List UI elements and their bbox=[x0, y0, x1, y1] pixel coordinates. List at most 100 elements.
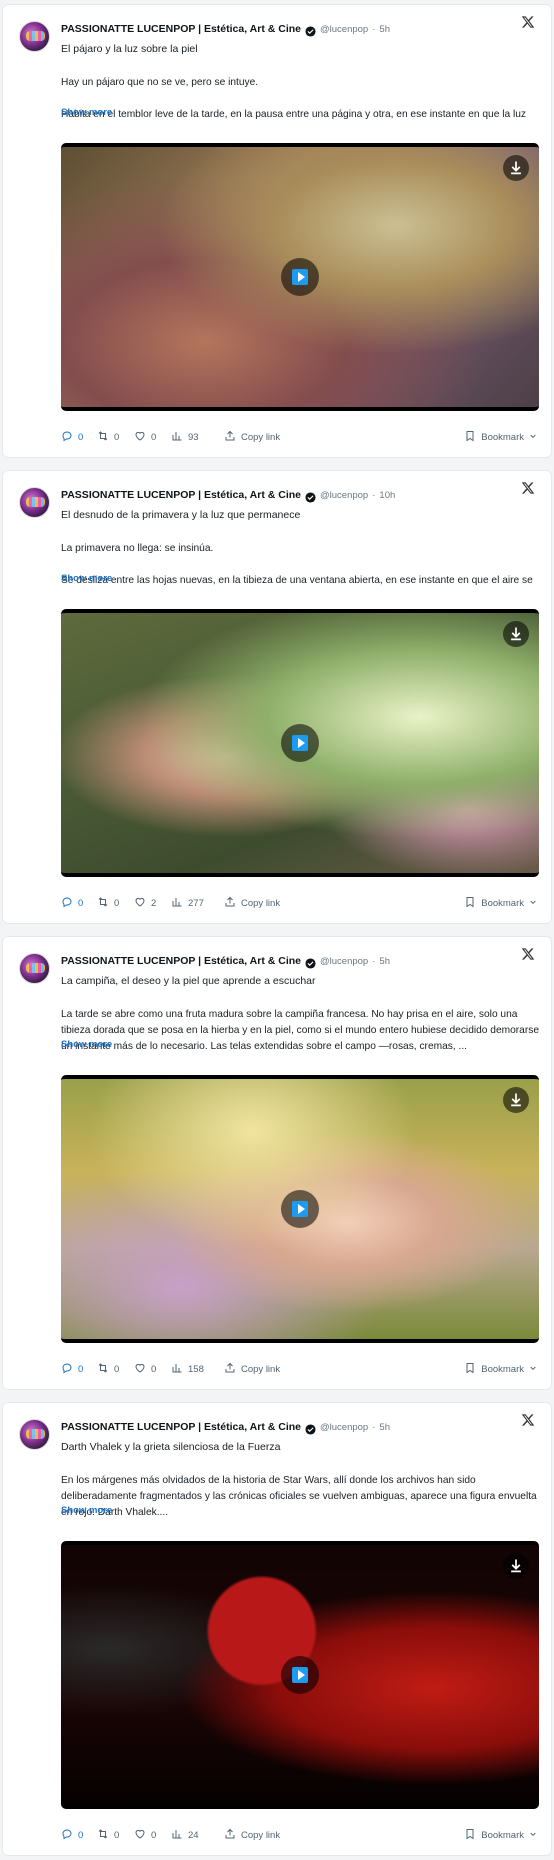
x-logo-icon[interactable] bbox=[521, 947, 535, 961]
views-button[interactable]: 158 bbox=[171, 1361, 204, 1377]
post-card[interactable]: PASSIONATTE LUCENPOP | Estética, Art & C… bbox=[2, 936, 552, 1390]
author-handle[interactable]: @lucenpop bbox=[320, 490, 368, 501]
chevron-down-icon bbox=[529, 1830, 537, 1841]
bookmark-label: Bookmark bbox=[481, 1829, 524, 1841]
verified-badge-icon bbox=[305, 490, 316, 503]
post-title: El pájaro y la luz sobre la piel bbox=[61, 43, 198, 55]
chevron-down-icon bbox=[529, 898, 537, 909]
avatar[interactable] bbox=[19, 953, 50, 984]
avatar[interactable] bbox=[19, 487, 50, 518]
action-bar: 0 0 0 158 Copy link Bookmark bbox=[61, 1361, 539, 1377]
play-icon[interactable] bbox=[281, 1190, 319, 1228]
repost-button[interactable]: 0 bbox=[97, 895, 119, 911]
post-time[interactable]: 5h bbox=[379, 956, 390, 967]
play-icon[interactable] bbox=[281, 724, 319, 762]
views-button[interactable]: 93 bbox=[171, 429, 199, 445]
action-bar: 0 0 0 93 Copy link Bookmark bbox=[61, 429, 539, 445]
repost-count: 0 bbox=[114, 431, 120, 443]
show-more-link[interactable]: Show more bbox=[61, 1505, 112, 1516]
post-paragraph: La primavera no llega: se insinúa. bbox=[61, 543, 214, 554]
copy-link-button[interactable]: Copy link bbox=[224, 1361, 280, 1377]
copy-link-button[interactable]: Copy link bbox=[224, 429, 280, 445]
reply-count: 0 bbox=[78, 1363, 84, 1375]
repost-button[interactable]: 0 bbox=[97, 429, 119, 445]
reply-icon bbox=[61, 430, 73, 445]
post-body: La tarde se abre como una fruta madura s… bbox=[61, 1007, 539, 1055]
bookmark-icon bbox=[464, 1362, 476, 1377]
views-button[interactable]: 277 bbox=[171, 895, 204, 911]
reply-button[interactable]: 0 bbox=[61, 895, 83, 911]
bookmark-icon bbox=[464, 1828, 476, 1843]
video-player[interactable] bbox=[61, 1541, 539, 1809]
author-name[interactable]: PASSIONATTE LUCENPOP | Estética, Art & C… bbox=[61, 489, 301, 501]
bookmark-icon bbox=[464, 896, 476, 911]
post-header: PASSIONATTE LUCENPOP | Estética, Art & C… bbox=[61, 952, 390, 970]
share-icon bbox=[224, 1828, 236, 1843]
author-handle[interactable]: @lucenpop bbox=[320, 956, 368, 967]
download-icon[interactable] bbox=[503, 1087, 529, 1113]
reply-icon bbox=[61, 896, 73, 911]
bookmark-button[interactable]: Bookmark bbox=[464, 895, 537, 911]
post-card[interactable]: PASSIONATTE LUCENPOP | Estética, Art & C… bbox=[2, 1402, 552, 1856]
avatar[interactable] bbox=[19, 21, 50, 52]
show-more-link[interactable]: Show more bbox=[61, 107, 112, 118]
x-logo-icon[interactable] bbox=[521, 1413, 535, 1427]
repost-count: 0 bbox=[114, 1829, 120, 1841]
post-card[interactable]: PASSIONATTE LUCENPOP | Estética, Art & C… bbox=[2, 470, 552, 924]
avatar[interactable] bbox=[19, 1419, 50, 1450]
repost-button[interactable]: 0 bbox=[97, 1361, 119, 1377]
post-title: La campiña, el deseo y la piel que apren… bbox=[61, 975, 316, 987]
like-button[interactable]: 0 bbox=[134, 429, 156, 445]
copy-link-label: Copy link bbox=[241, 1363, 281, 1375]
copy-link-button[interactable]: Copy link bbox=[224, 1827, 280, 1843]
post-paragraph: En los márgenes más olvidados de la hist… bbox=[61, 1475, 537, 1518]
reply-icon bbox=[61, 1362, 73, 1377]
show-more-link[interactable]: Show more bbox=[61, 573, 112, 584]
bookmark-button[interactable]: Bookmark bbox=[464, 1827, 537, 1843]
post-paragraph: La tarde se abre como una fruta madura s… bbox=[61, 1009, 539, 1052]
video-player[interactable] bbox=[61, 609, 539, 877]
bookmark-label: Bookmark bbox=[481, 1363, 524, 1375]
x-logo-icon[interactable] bbox=[521, 15, 535, 29]
verified-badge-icon bbox=[305, 956, 316, 969]
bookmark-label: Bookmark bbox=[481, 897, 524, 909]
bookmark-label: Bookmark bbox=[481, 431, 524, 443]
repost-button[interactable]: 0 bbox=[97, 1827, 119, 1843]
video-player[interactable] bbox=[61, 1075, 539, 1343]
author-name[interactable]: PASSIONATTE LUCENPOP | Estética, Art & C… bbox=[61, 1421, 301, 1433]
bookmark-button[interactable]: Bookmark bbox=[464, 429, 537, 445]
download-icon[interactable] bbox=[503, 155, 529, 181]
repost-icon bbox=[97, 1362, 109, 1377]
reply-button[interactable]: 0 bbox=[61, 429, 83, 445]
post-time[interactable]: 5h bbox=[379, 1422, 390, 1433]
repost-count: 0 bbox=[114, 1363, 120, 1375]
bookmark-button[interactable]: Bookmark bbox=[464, 1361, 537, 1377]
separator: · bbox=[372, 23, 376, 35]
copy-link-button[interactable]: Copy link bbox=[224, 895, 280, 911]
download-icon[interactable] bbox=[503, 1553, 529, 1579]
views-count: 158 bbox=[188, 1363, 204, 1375]
author-name[interactable]: PASSIONATTE LUCENPOP | Estética, Art & C… bbox=[61, 955, 301, 967]
post-title: El desnudo de la primavera y la luz que … bbox=[61, 509, 301, 521]
action-bar: 0 0 0 24 Copy link Bookmark bbox=[61, 1827, 539, 1843]
reply-button[interactable]: 0 bbox=[61, 1827, 83, 1843]
share-icon bbox=[224, 430, 236, 445]
author-handle[interactable]: @lucenpop bbox=[320, 1422, 368, 1433]
reply-button[interactable]: 0 bbox=[61, 1361, 83, 1377]
post-card[interactable]: PASSIONATTE LUCENPOP | Estética, Art & C… bbox=[2, 4, 552, 458]
play-icon[interactable] bbox=[281, 258, 319, 296]
views-button[interactable]: 24 bbox=[171, 1827, 199, 1843]
like-button[interactable]: 0 bbox=[134, 1361, 156, 1377]
like-button[interactable]: 0 bbox=[134, 1827, 156, 1843]
post-time[interactable]: 10h bbox=[379, 490, 395, 501]
x-logo-icon[interactable] bbox=[521, 481, 535, 495]
author-name[interactable]: PASSIONATTE LUCENPOP | Estética, Art & C… bbox=[61, 23, 301, 35]
show-more-link[interactable]: Show more bbox=[61, 1039, 112, 1050]
video-player[interactable] bbox=[61, 143, 539, 411]
like-button[interactable]: 2 bbox=[134, 895, 156, 911]
separator: · bbox=[372, 489, 376, 501]
author-handle[interactable]: @lucenpop bbox=[320, 24, 368, 35]
post-time[interactable]: 5h bbox=[379, 24, 390, 35]
download-icon[interactable] bbox=[503, 621, 529, 647]
play-icon[interactable] bbox=[281, 1656, 319, 1694]
